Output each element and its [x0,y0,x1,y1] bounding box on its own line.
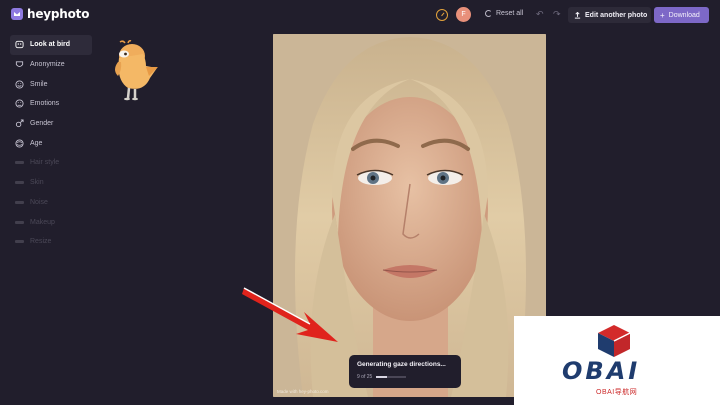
avatar[interactable]: F [456,7,471,22]
progress-toast: Generating gaze directions... 9 of 25 [349,355,461,388]
gender-icon [15,119,24,128]
look-icon [15,40,24,49]
plus-icon: + [660,10,665,20]
undo-icon[interactable]: ↶ [536,9,544,20]
brand-overlay: OBAI OBAI导航网 [514,316,720,405]
mask-icon [15,60,24,69]
app-window: heyphoto F Reset all ↶ ↷ Edit another ph… [0,0,720,405]
logo[interactable]: heyphoto [11,7,89,21]
reset-icon [485,10,492,17]
edit-label: Edit another photo [585,11,648,19]
brand-name: OBAI [562,357,641,385]
download-label: Download [668,11,700,19]
sidebar-item-label: Skin [30,179,44,187]
cube-logo-icon [598,325,631,357]
sidebar-item-makeup: Makeup [10,212,92,232]
timer-icon[interactable] [436,9,448,21]
progress-count: 9 of 25 [357,374,373,380]
download-button[interactable]: + Download [654,7,709,23]
placeholder-icon [15,220,24,224]
tools-sidebar: Look at bird Anonymize Smile Emotions Ge… [10,35,92,252]
sidebar-item-label: Emotions [30,100,60,108]
emotion-icon [15,99,24,108]
watermark-text: Made with hey-photo.com [277,389,329,394]
reset-label: Reset all [496,10,524,17]
sidebar-item-skin: Skin [10,173,92,193]
age-icon [15,139,24,148]
sidebar-item-label: Hair style [30,159,60,167]
sidebar-item-label: Anonymize [30,61,65,69]
placeholder-icon [15,200,24,204]
smile-icon [15,80,24,89]
sidebar-item-hair-style: Hair style [10,153,92,173]
progress-fill [376,376,388,378]
redo-icon[interactable]: ↷ [553,9,561,20]
sidebar-item-label: Makeup [30,218,55,226]
sidebar-item-label: Resize [30,238,52,246]
top-bar: heyphoto F Reset all ↶ ↷ Edit another ph… [0,0,720,30]
upload-icon [574,11,581,19]
placeholder-icon [15,181,24,185]
sidebar-item-label: Gender [30,120,54,128]
sidebar-item-label: Noise [30,198,48,206]
heyphoto-logo-icon [11,8,23,20]
sidebar-item-resize: Resize [10,232,92,252]
sidebar-item-emotions[interactable]: Emotions [10,94,92,114]
red-arrow-icon [242,287,338,342]
sidebar-item-age[interactable]: Age [10,133,92,153]
placeholder-icon [15,240,24,244]
placeholder-icon [15,161,24,165]
bird-sticker[interactable] [110,40,160,102]
sidebar-item-label: Smile [30,80,48,88]
edit-another-photo-button[interactable]: Edit another photo [568,7,651,23]
progress-title: Generating gaze directions... [357,361,446,368]
progress-bar [376,376,407,378]
sidebar-item-look-at-bird[interactable]: Look at bird [10,35,92,55]
brand-subtitle: OBAI导航网 [596,389,638,396]
sidebar-item-label: Look at bird [30,41,71,49]
sidebar-item-gender[interactable]: Gender [10,114,92,134]
sidebar-item-anonymize[interactable]: Anonymize [10,55,92,75]
reset-all-button[interactable]: Reset all [485,10,523,17]
sidebar-item-noise: Noise [10,193,92,213]
logo-text: heyphoto [27,7,90,21]
sidebar-item-label: Age [30,139,43,147]
sidebar-item-smile[interactable]: Smile [10,74,92,94]
